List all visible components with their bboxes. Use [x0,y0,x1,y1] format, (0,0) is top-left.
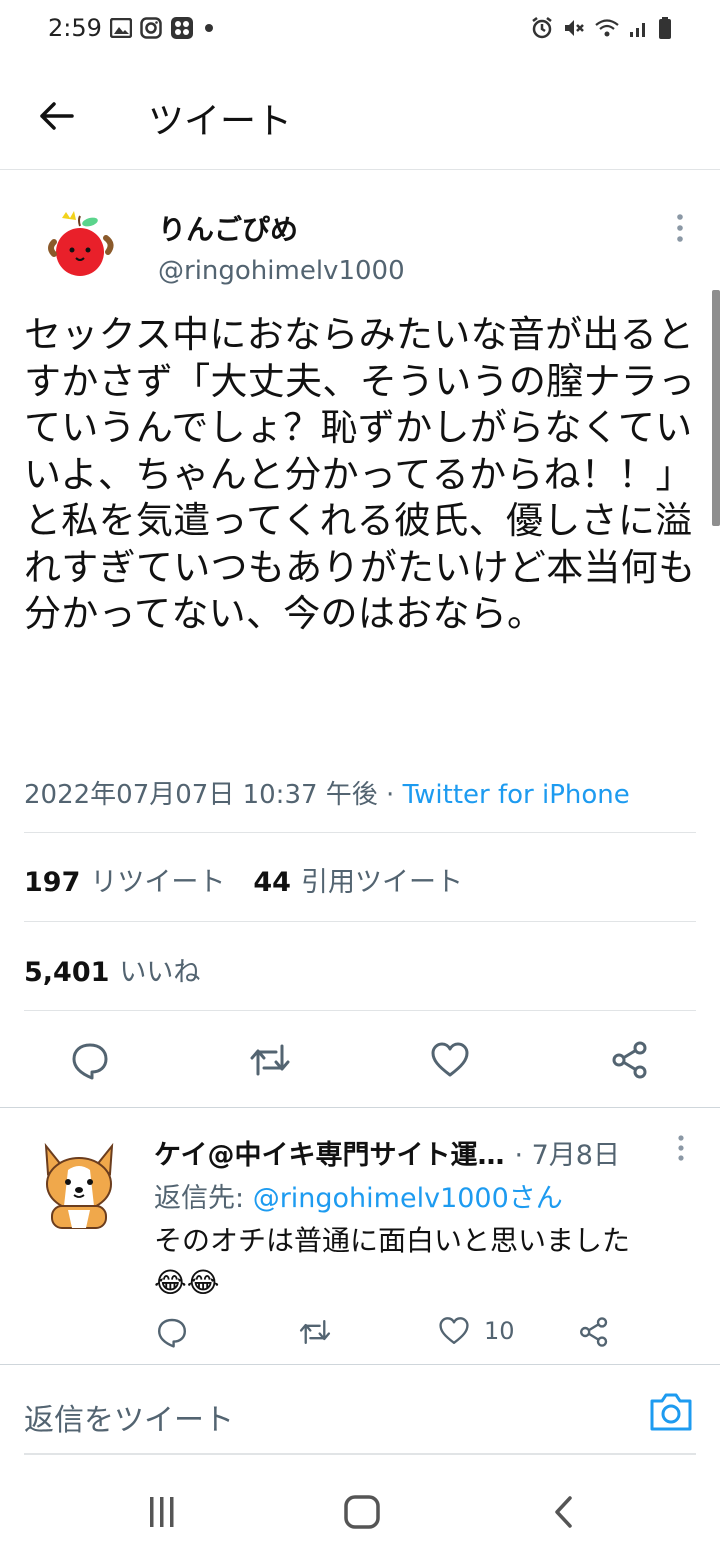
reply-author-name[interactable]: ケイ@中イキ専門サイト運… [154,1133,504,1172]
divider [24,1010,696,1011]
mute-icon [565,20,584,36]
author-name[interactable]: りんごぴめ [158,208,298,248]
heart-icon [431,1042,469,1077]
reply-actions-bar: 10 [0,1312,720,1356]
retweet-button[interactable] [248,1038,292,1082]
recent-apps-icon [150,1497,174,1527]
dot-icon [205,24,213,32]
apple-mascot-icon [48,211,114,276]
reply-icon [72,1043,108,1080]
meta-separator: · [377,780,403,810]
quotes-label[interactable]: 引用ツイート [301,860,463,899]
more-vertical-icon [677,214,683,242]
scrollbar[interactable] [712,290,720,526]
reply-reply-button[interactable] [156,1316,188,1348]
likes-count[interactable]: 5,401 [24,957,109,988]
reply-header: ケイ@中イキ専門サイト運… · 7月8日 [154,1133,654,1172]
system-navigation-bar [0,1464,720,1560]
quotes-count[interactable]: 44 [253,867,291,898]
more-vertical-icon [678,1135,684,1161]
likes-label[interactable]: いいね [119,950,200,989]
heart-icon [439,1317,469,1345]
reply-more-options-button[interactable] [670,1134,692,1164]
share-icon [580,1317,608,1347]
alarm-icon [532,17,552,39]
reply-text: そのオチは普通に面白いと思いました😂😂 [154,1224,631,1299]
reply-retweet-button[interactable] [298,1316,332,1348]
corgi-mascot-icon [44,1142,114,1229]
back-arrow-icon [40,102,74,130]
retweet-stats-row: 197 リツイート 44 引用ツイート [24,860,491,899]
tweet-timestamp: 2022年07月07日 10:37 午後 [24,780,378,810]
retweets-count[interactable]: 197 [24,867,80,898]
app-icon [171,17,193,39]
home-icon [344,1495,380,1529]
battery-icon [659,17,671,39]
top-app-bar: ツイート [0,60,720,170]
reply-compose-bar: 返信をツイート [0,1364,720,1460]
reply-input[interactable]: 返信をツイート [24,1395,234,1439]
tweet-source-link[interactable]: Twitter for iPhone [403,780,630,810]
status-bar: 2:59 [0,0,720,60]
reply-date: · 7月8日 [514,1140,620,1171]
status-time: 2:59 [48,14,102,42]
reply-button[interactable] [68,1038,112,1082]
reply-to-line: 返信先: @ringohimelv1000さん [154,1176,563,1215]
back-nav-button[interactable] [542,1492,586,1532]
chevron-left-icon [555,1496,572,1528]
tweet-metadata: 2022年07月07日 10:37 午後 · Twitter for iPhon… [24,774,630,811]
retweet-icon [250,1044,290,1076]
divider [24,921,696,922]
reply-to-label: 返信先: [154,1183,253,1214]
reply-icon [158,1318,186,1348]
reply-to-mention[interactable]: @ringohimelv1000さん [253,1183,563,1214]
reply-like-button[interactable]: 10 [438,1316,515,1346]
tweet-actions-bar [0,1030,720,1090]
instagram-icon [140,17,162,39]
retweets-label[interactable]: リツイート [90,860,225,899]
likes-stats-row: 5,401 いいね [24,950,228,989]
signal-icon [630,23,645,37]
reply-like-count: 10 [484,1317,515,1345]
back-button[interactable] [30,90,82,142]
wifi-icon [595,19,619,37]
author-handle[interactable]: @ringohimelv1000 [158,256,405,286]
divider [24,832,696,833]
share-button[interactable] [608,1038,652,1082]
camera-button[interactable] [648,1391,694,1435]
tweet-text: セックス中におならみたいな音が出るとすかさず「大丈夫、そういうの膣ナラっていうん… [24,313,696,635]
compose-underline [24,1453,696,1455]
gallery-icon [110,18,132,38]
reply-share-button[interactable] [578,1316,610,1348]
share-icon [612,1041,647,1079]
home-button[interactable] [340,1492,384,1532]
recent-apps-button[interactable] [140,1492,184,1532]
section-divider [0,1107,720,1108]
reply-author-avatar[interactable] [38,1140,120,1230]
camera-icon [650,1393,692,1431]
like-button[interactable] [428,1038,472,1082]
more-options-button[interactable] [666,212,694,244]
page-title: ツイート [148,101,293,142]
retweet-icon [299,1320,331,1344]
author-avatar[interactable] [40,208,122,290]
